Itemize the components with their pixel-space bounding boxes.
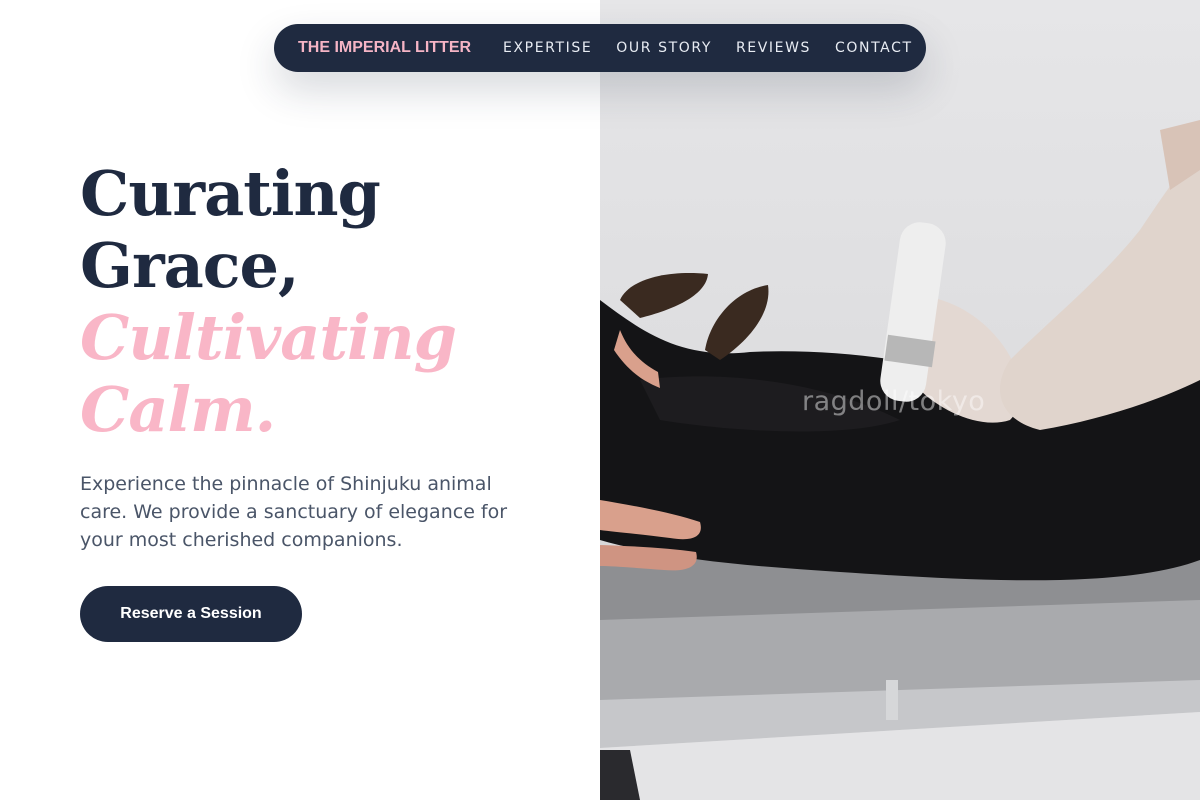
nav-link-reviews[interactable]: REVIEWS — [736, 40, 811, 56]
heading-line-grace: Grace, — [80, 229, 300, 302]
top-navigation: THE IMPERIAL LITTER EXPERTISE OUR STORY … — [274, 24, 926, 72]
heading-line-cultivating: Cultivating — [80, 301, 457, 374]
nav-link-expertise[interactable]: EXPERTISE — [503, 40, 592, 56]
heading-line-calm: Calm. — [80, 373, 276, 446]
reserve-session-button[interactable]: Reserve a Session — [80, 586, 302, 642]
heading-line-curating: Curating — [80, 157, 381, 230]
brand-logo[interactable]: THE IMPERIAL LITTER — [298, 39, 471, 57]
hero-heading: Curating Grace, Cultivating Calm. — [80, 157, 457, 446]
hero-intro-text: Experience the pinnacle of Shinjuku anim… — [80, 473, 508, 551]
nav-link-our-story[interactable]: OUR STORY — [616, 40, 712, 56]
photo-watermark: ragdoll/tokyo — [802, 386, 986, 417]
nav-link-contact[interactable]: CONTACT — [835, 40, 913, 56]
hero-photo: ragdoll/tokyo — [600, 0, 1200, 800]
